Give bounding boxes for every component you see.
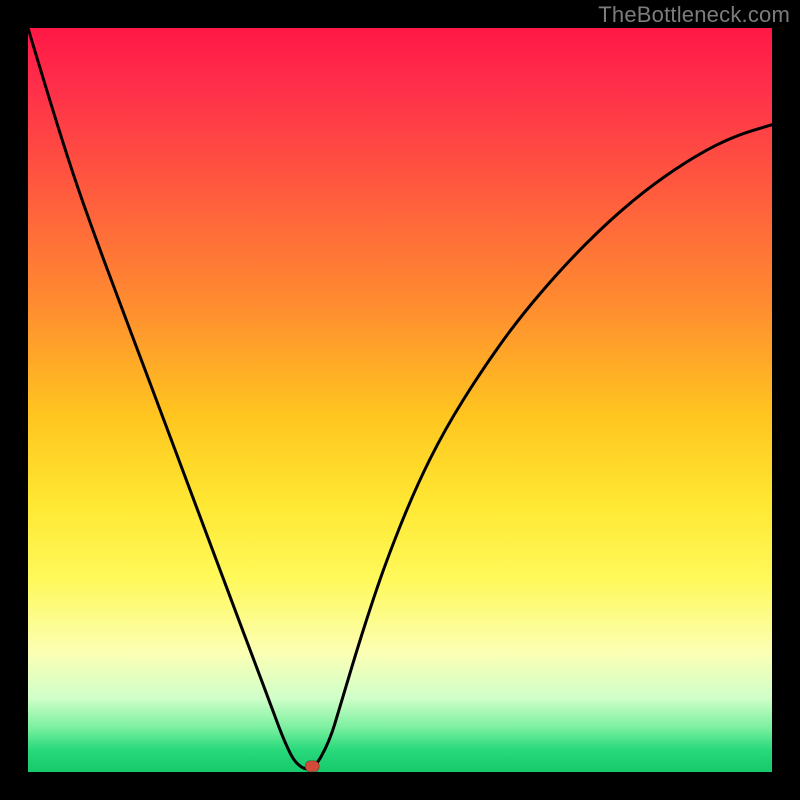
- chart-svg: [28, 28, 772, 772]
- bottleneck-marker: [305, 761, 319, 772]
- chart-frame: TheBottleneck.com: [0, 0, 800, 800]
- plot-area: [28, 28, 772, 772]
- bottleneck-curve: [28, 28, 772, 769]
- watermark-label: TheBottleneck.com: [598, 2, 790, 28]
